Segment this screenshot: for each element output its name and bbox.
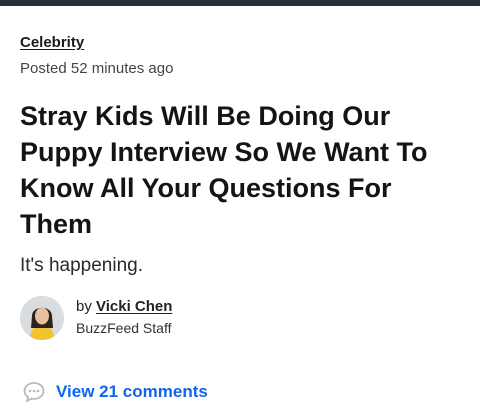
author-name-link[interactable]: Vicki Chen bbox=[96, 298, 172, 315]
byline-prefix: by bbox=[76, 298, 92, 315]
author-byline: by Vicki Chen bbox=[76, 298, 172, 315]
author-role: BuzzFeed Staff bbox=[76, 320, 172, 336]
category-link[interactable]: Celebrity bbox=[20, 34, 84, 51]
article-dek: It's happening. bbox=[20, 255, 143, 276]
author-avatar[interactable] bbox=[20, 296, 64, 340]
article-headline: Stray Kids Will Be Doing Our Puppy Inter… bbox=[20, 101, 428, 239]
speech-bubble-icon bbox=[22, 381, 46, 403]
view-comments-label[interactable]: View 21 comments bbox=[56, 382, 208, 402]
author-photo bbox=[20, 296, 64, 340]
view-comments-button[interactable]: View 21 comments bbox=[22, 381, 208, 403]
posted-timestamp: Posted 52 minutes ago bbox=[20, 60, 174, 77]
top-nav-bar bbox=[0, 0, 480, 6]
